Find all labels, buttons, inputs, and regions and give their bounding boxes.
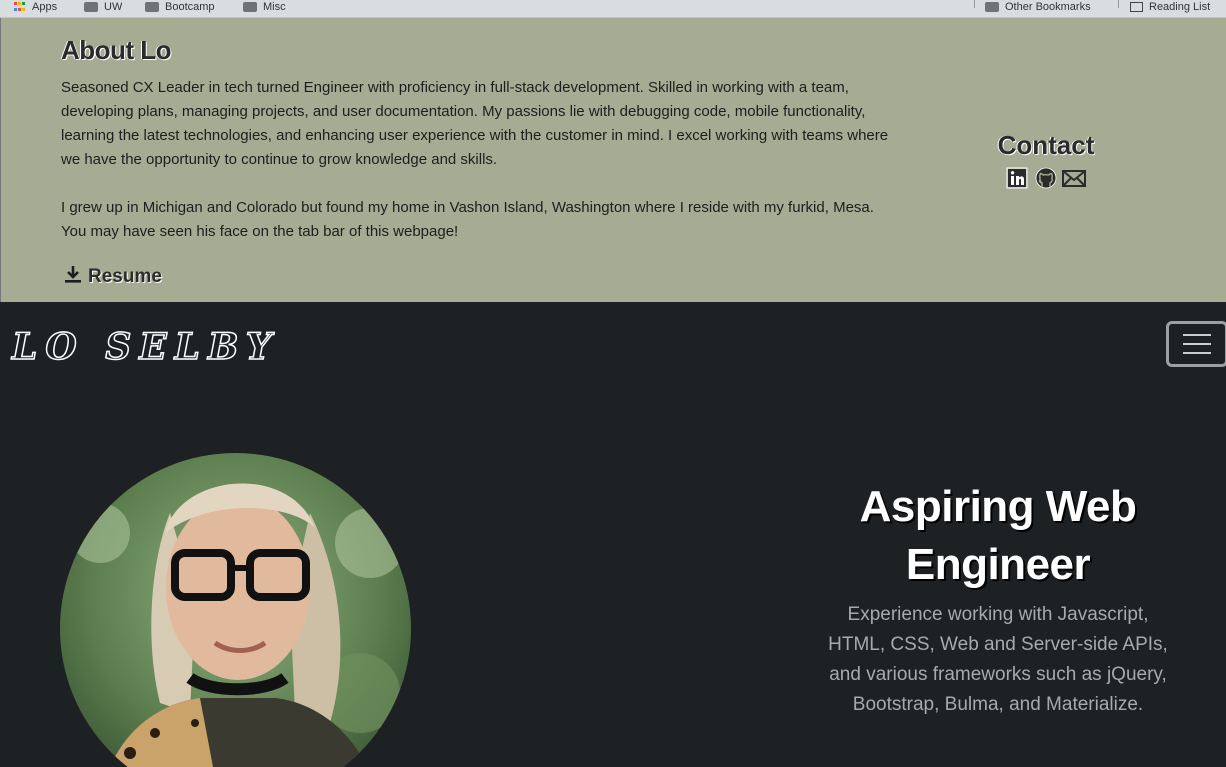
contact-block: Contact (946, 130, 1146, 189)
hamburger-icon (1183, 343, 1211, 345)
download-icon (62, 263, 84, 291)
hero-title: Aspiring Web Engineer (859, 482, 1137, 589)
navbar: LO SELBY (0, 302, 1226, 388)
hamburger-icon (1183, 352, 1211, 354)
github-icon[interactable] (1034, 167, 1058, 189)
reading-list-icon (1130, 2, 1143, 12)
bookmarks-bar: Apps UW Bootcamp Misc Other Bookmarks Re… (0, 0, 1226, 18)
hero-description: Experience working with Javascript, HTML… (828, 604, 1168, 715)
bookmark-separator (974, 0, 975, 8)
about-paragraph: I grew up in Michigan and Colorado but f… (61, 199, 874, 240)
brand-logo[interactable]: LO SELBY (11, 325, 279, 369)
resume-link[interactable]: Resume (62, 263, 162, 291)
folder-icon (145, 2, 159, 12)
folder-icon (84, 2, 98, 12)
hamburger-icon (1183, 334, 1211, 336)
bookmark-uw[interactable]: UW (84, 0, 122, 14)
bookmark-label: Apps (32, 1, 58, 13)
contact-title: Contact (997, 130, 1095, 160)
bookmark-other[interactable]: Other Bookmarks (985, 0, 1091, 14)
bookmark-label: Other Bookmarks (1005, 1, 1091, 13)
bookmark-label: Misc (263, 1, 286, 13)
apps-grid-icon (14, 2, 26, 12)
about-title: About Lo (61, 35, 172, 65)
bookmark-separator (1118, 0, 1119, 8)
bookmark-bootcamp[interactable]: Bootcamp (145, 0, 215, 14)
about-section: About Lo Seasoned CX Leader in tech turn… (0, 18, 1226, 302)
folder-icon (243, 2, 257, 12)
resume-label: Resume (88, 266, 162, 287)
linkedin-icon[interactable] (1006, 167, 1030, 189)
bookmark-label: UW (104, 1, 123, 13)
about-paragraph: Seasoned CX Leader in tech turned Engine… (61, 79, 889, 168)
bookmark-label: Reading List (1149, 1, 1211, 13)
email-icon[interactable] (1062, 167, 1086, 189)
bookmark-misc[interactable]: Misc (243, 0, 286, 14)
profile-photo (60, 453, 411, 767)
bookmark-apps[interactable]: Apps (14, 0, 57, 14)
navbar-toggle-button[interactable] (1166, 321, 1226, 367)
bookmark-reading-list[interactable]: Reading List (1130, 0, 1210, 14)
bookmark-label: Bootcamp (165, 1, 215, 13)
folder-icon (985, 2, 999, 12)
